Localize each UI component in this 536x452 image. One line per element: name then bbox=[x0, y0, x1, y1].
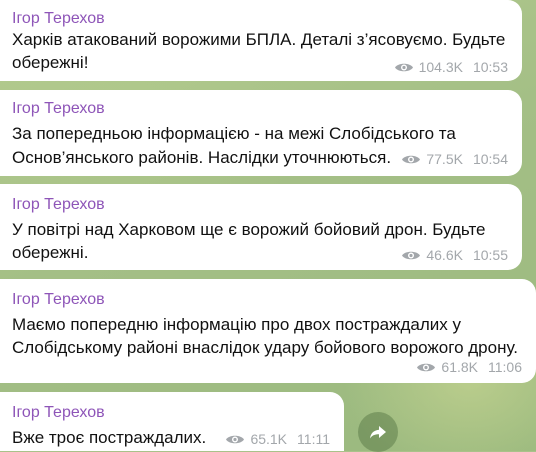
share-arrow-icon bbox=[370, 426, 386, 439]
eye-icon bbox=[417, 363, 436, 371]
message-time: 10:55 bbox=[472, 247, 508, 263]
message-text-line: Харків атакований ворожими БПЛА. Деталі … bbox=[12, 30, 506, 49]
message-time: 11:11 bbox=[297, 431, 330, 447]
message-meta: 65.1K 11:11 bbox=[225, 431, 330, 447]
message-bubble[interactable]: Ігор Терехов У повітрі над Харковом ще є… bbox=[0, 184, 522, 270]
message-text-line: Маємо попередню інформацію про двох пост… bbox=[12, 315, 461, 334]
message-bubble[interactable]: Ігор Терехов Маємо попередню інформацію … bbox=[0, 279, 536, 383]
view-count: 77.5K bbox=[426, 151, 463, 167]
message-meta: 104.3K 10:53 bbox=[394, 59, 508, 75]
view-count: 65.1K bbox=[250, 431, 288, 447]
view-count: 61.8K bbox=[441, 359, 478, 375]
eye-icon bbox=[394, 63, 413, 71]
message-text-line: Основ’янського районів. Наслідки уточнюю… bbox=[12, 148, 392, 167]
view-count: 104.3K bbox=[418, 59, 463, 75]
share-button[interactable] bbox=[358, 412, 398, 452]
message-text-line: За попередньою інформацією - на межі Сло… bbox=[12, 124, 456, 143]
sender-name[interactable]: Ігор Терехов bbox=[12, 10, 105, 28]
message-time: 10:53 bbox=[472, 59, 508, 75]
message-text-line: обережні. bbox=[12, 243, 89, 262]
message-bubble[interactable]: Ігор Терехов За попередньою інформацією … bbox=[0, 90, 522, 176]
message-time: 11:06 bbox=[488, 359, 522, 375]
sender-name[interactable]: Ігор Терехов bbox=[12, 196, 105, 214]
sender-name[interactable]: Ігор Терехов bbox=[12, 100, 105, 118]
eye-icon bbox=[402, 155, 421, 163]
message-meta: 61.8K 11:06 bbox=[416, 359, 522, 375]
message-meta: 46.6K 10:55 bbox=[401, 247, 508, 263]
sender-name[interactable]: Ігор Терехов bbox=[12, 291, 105, 309]
message-time: 10:54 bbox=[472, 151, 508, 167]
message-text-line: Вже троє постраждалих. bbox=[12, 428, 207, 447]
sender-name[interactable]: Ігор Терехов bbox=[12, 404, 105, 422]
message-text-line: Слобідському районі внаслідок удару бойо… bbox=[12, 338, 518, 357]
message-text-line: обережні! bbox=[12, 53, 89, 72]
message-text-line: У повітрі над Харковом ще є ворожий бойо… bbox=[12, 220, 486, 239]
message-meta: 77.5K 10:54 bbox=[401, 151, 508, 167]
message-bubble[interactable]: Ігор Терехов Харків атакований ворожими … bbox=[0, 0, 522, 81]
eye-icon bbox=[402, 251, 421, 259]
eye-icon bbox=[226, 435, 245, 443]
view-count: 46.6K bbox=[426, 247, 463, 263]
message-bubble[interactable]: Ігор Терехов Вже троє постраждалих. 65.1… bbox=[0, 392, 344, 451]
